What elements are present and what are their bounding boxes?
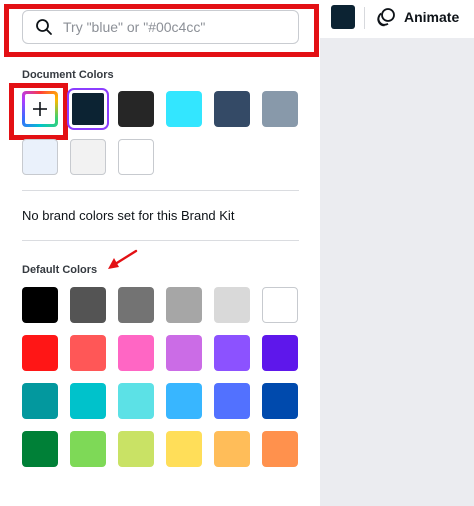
default-color-swatch[interactable] <box>22 383 58 419</box>
default-color-swatch[interactable] <box>214 431 250 467</box>
default-color-swatch[interactable] <box>166 383 202 419</box>
document-color-swatch[interactable] <box>22 139 58 175</box>
section-divider <box>22 190 299 191</box>
default-color-swatch[interactable] <box>22 287 58 323</box>
default-color-swatch[interactable] <box>262 383 298 419</box>
default-color-swatch[interactable] <box>166 287 202 323</box>
default-color-swatch[interactable] <box>70 335 106 371</box>
document-color-swatch[interactable] <box>118 139 154 175</box>
default-color-swatch[interactable] <box>262 431 298 467</box>
annotation-arrow-icon <box>108 249 138 269</box>
default-color-swatch[interactable] <box>22 335 58 371</box>
section-divider <box>22 240 299 241</box>
document-color-swatch[interactable] <box>70 139 106 175</box>
document-color-swatch[interactable] <box>262 91 298 127</box>
default-color-swatch[interactable] <box>214 383 250 419</box>
default-color-swatch[interactable] <box>214 287 250 323</box>
default-color-swatch[interactable] <box>214 335 250 371</box>
default-color-swatch[interactable] <box>70 287 106 323</box>
add-color-button[interactable] <box>22 91 58 127</box>
default-color-swatch[interactable] <box>118 383 154 419</box>
animate-button[interactable]: Animate <box>376 5 459 29</box>
animate-label: Animate <box>404 9 460 25</box>
document-color-swatch[interactable] <box>67 88 109 130</box>
default-color-swatch[interactable] <box>70 383 106 419</box>
default-color-swatch[interactable] <box>22 431 58 467</box>
toolbar-divider <box>364 7 365 29</box>
plus-icon <box>33 102 47 116</box>
brand-kit-message: No brand colors set for this Brand Kit <box>22 208 235 223</box>
default-color-swatch[interactable] <box>70 431 106 467</box>
default-color-swatch[interactable] <box>118 335 154 371</box>
document-color-swatch[interactable] <box>214 91 250 127</box>
search-icon <box>36 19 52 35</box>
text-color-button[interactable] <box>331 5 355 29</box>
canvas-background <box>320 38 474 506</box>
default-color-swatch[interactable] <box>262 287 298 323</box>
document-colors-heading: Document Colors <box>22 69 114 81</box>
document-color-swatch[interactable] <box>166 91 202 127</box>
color-search-field[interactable] <box>22 10 299 44</box>
animate-icon <box>377 8 395 27</box>
default-colors-heading: Default Colors <box>22 264 98 276</box>
default-color-swatch[interactable] <box>118 431 154 467</box>
default-color-swatch[interactable] <box>262 335 298 371</box>
default-color-swatch[interactable] <box>118 287 154 323</box>
default-color-swatch[interactable] <box>166 431 202 467</box>
search-input[interactable] <box>63 19 273 35</box>
document-color-swatch[interactable] <box>118 91 154 127</box>
default-color-swatch[interactable] <box>166 335 202 371</box>
